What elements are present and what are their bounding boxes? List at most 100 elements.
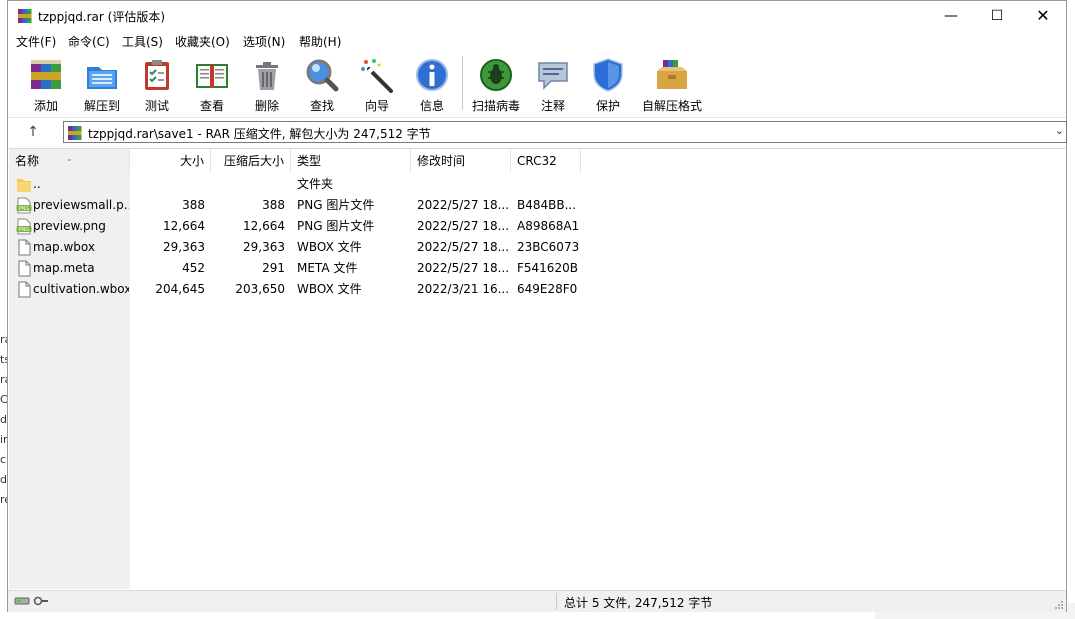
shield-icon xyxy=(593,58,623,92)
menu-help[interactable]: 帮助(H) xyxy=(297,33,343,50)
add-button[interactable]: 添加 xyxy=(18,55,74,113)
file-crc32 xyxy=(517,174,583,195)
test-button[interactable]: 测试 xyxy=(129,55,185,113)
file-crc32: 23BC6073 xyxy=(517,240,580,254)
file-type: WBOX 文件 xyxy=(297,282,362,296)
view-book-icon xyxy=(196,64,228,88)
menu-tools[interactable]: 工具(S) xyxy=(120,33,165,50)
comment-button[interactable]: 注释 xyxy=(525,55,581,113)
wizard-button[interactable]: 向导 xyxy=(349,55,405,113)
window-title: tzppjqd.rar (评估版本) xyxy=(38,10,166,24)
file-row[interactable]: PNG preview.png 12,664 12,664 PNG 图片文件 2… xyxy=(9,216,1066,237)
trash-icon xyxy=(256,62,278,90)
extract-to-button[interactable]: 解压到 xyxy=(74,55,130,113)
file-crc32: A89868A1 xyxy=(517,219,580,233)
view-button[interactable]: 查看 xyxy=(184,55,240,113)
file-type: PNG 图片文件 xyxy=(297,198,375,212)
menu-options[interactable]: 选项(N) xyxy=(241,33,287,50)
path-combobox[interactable]: tzppjqd.rar\save1 - RAR 压缩文件, 解包大小为 247,… xyxy=(63,121,1067,143)
file-row[interactable]: cultivation.wbox 204,645 203,650 WBOX 文件… xyxy=(9,279,1066,300)
add-label: 添加 xyxy=(33,99,58,113)
chevron-down-icon[interactable]: ⌄ xyxy=(1055,124,1064,137)
winrar-app-icon xyxy=(18,9,32,23)
magic-wand-icon xyxy=(361,59,393,93)
comment-icon xyxy=(538,62,568,90)
file-type: PNG 图片文件 xyxy=(297,219,375,233)
toolbar-separator xyxy=(462,56,463,110)
png-file-icon: PNG xyxy=(16,218,32,235)
file-icon xyxy=(18,260,31,277)
rar-archive-icon xyxy=(68,126,82,140)
file-modified: 2022/3/21 16... xyxy=(417,282,509,296)
toolbar: 添加 解压到 测试 查看 删除 查找 向导 信息 扫描病毒 注释 保护 自解压格… xyxy=(8,51,1066,118)
menu-commands[interactable]: 命令(C) xyxy=(66,33,112,50)
file-crc32: F541620B xyxy=(517,261,578,275)
comment-label: 注释 xyxy=(540,99,565,113)
info-label: 信息 xyxy=(419,99,444,113)
view-label: 查看 xyxy=(199,99,224,113)
file-modified: 2022/5/27 18... xyxy=(417,219,509,233)
sfx-button[interactable]: 自解压格式 xyxy=(636,55,708,113)
file-type: 文件夹 xyxy=(297,177,334,191)
minimize-button[interactable]: — xyxy=(928,1,974,31)
up-arrow-icon[interactable]: ↑ xyxy=(23,122,43,142)
file-row-parent[interactable]: .. 文件夹 xyxy=(9,174,1066,195)
scan-virus-button[interactable]: 扫描病毒 xyxy=(468,55,524,113)
file-modified: 2022/5/27 18... xyxy=(417,198,509,212)
file-name: preview.png xyxy=(33,219,106,233)
path-text: tzppjqd.rar\save1 - RAR 压缩文件, 解包大小为 247,… xyxy=(88,127,431,141)
column-header-type[interactable]: 类型 xyxy=(291,149,411,173)
file-name: map.meta xyxy=(33,261,95,275)
column-header-packed[interactable]: 压缩后大小 xyxy=(211,149,291,173)
drive-key-icon[interactable] xyxy=(14,595,50,607)
title-bar[interactable]: tzppjqd.rar (评估版本) — ☐ ✕ xyxy=(8,1,1066,31)
magnifier-icon xyxy=(306,59,339,92)
file-name: .. xyxy=(33,177,41,191)
status-summary: 总计 5 文件, 247,512 字节 xyxy=(564,596,713,610)
delete-button[interactable]: 删除 xyxy=(239,55,295,113)
delete-label: 删除 xyxy=(254,99,279,113)
file-packed-size: 388 xyxy=(262,198,285,212)
menu-favorites[interactable]: 收藏夹(O) xyxy=(173,33,232,50)
file-row[interactable]: map.wbox 29,363 29,363 WBOX 文件 2022/5/27… xyxy=(9,237,1066,258)
find-button[interactable]: 查找 xyxy=(294,55,350,113)
test-clipboard-icon xyxy=(145,60,169,90)
file-row[interactable]: PNG previewsmall.p... 388 388 PNG 图片文件 2… xyxy=(9,195,1066,216)
file-size: 452 xyxy=(182,261,205,275)
file-packed-size: 29,363 xyxy=(243,240,285,254)
column-header-modified[interactable]: 修改时间 xyxy=(411,149,511,173)
file-row[interactable]: map.meta 452 291 META 文件 2022/5/27 18...… xyxy=(9,258,1066,279)
file-icon xyxy=(18,239,31,256)
scan-virus-label: 扫描病毒 xyxy=(471,99,520,113)
resize-grip-icon[interactable] xyxy=(1054,600,1064,610)
column-header-crc32[interactable]: CRC32 xyxy=(511,149,581,173)
file-size: 12,664 xyxy=(163,219,205,233)
file-type: META 文件 xyxy=(297,261,358,275)
file-name: previewsmall.p... xyxy=(33,198,129,212)
file-type: WBOX 文件 xyxy=(297,240,362,254)
protect-button[interactable]: 保护 xyxy=(580,55,636,113)
close-button[interactable]: ✕ xyxy=(1020,1,1066,31)
test-label: 测试 xyxy=(144,99,169,113)
file-modified xyxy=(417,174,509,195)
extract-to-label: 解压到 xyxy=(83,99,120,113)
info-button[interactable]: 信息 xyxy=(404,55,460,113)
file-packed-size: 12,664 xyxy=(243,219,285,233)
png-file-icon: PNG xyxy=(16,197,32,214)
virus-scan-icon xyxy=(480,59,512,91)
maximize-button[interactable]: ☐ xyxy=(974,1,1020,31)
sfx-box-icon xyxy=(657,60,687,89)
protect-label: 保护 xyxy=(595,99,620,113)
info-icon xyxy=(416,59,448,91)
extract-folder-icon xyxy=(87,67,117,89)
file-size: 204,645 xyxy=(155,282,205,296)
column-header-size[interactable]: 大小 xyxy=(130,149,211,173)
file-size: 388 xyxy=(182,198,205,212)
file-modified: 2022/5/27 18... xyxy=(417,240,509,254)
file-list: ⌄ 名称 大小 压缩后大小 类型 修改时间 CRC32 .. 文件夹 PNG p… xyxy=(9,148,1066,589)
column-header-name[interactable]: ⌄ 名称 xyxy=(9,149,130,173)
file-name: cultivation.wbox xyxy=(33,282,129,296)
file-size: 29,363 xyxy=(163,240,205,254)
file-packed-size: 203,650 xyxy=(235,282,285,296)
menu-file[interactable]: 文件(F) xyxy=(14,33,58,50)
